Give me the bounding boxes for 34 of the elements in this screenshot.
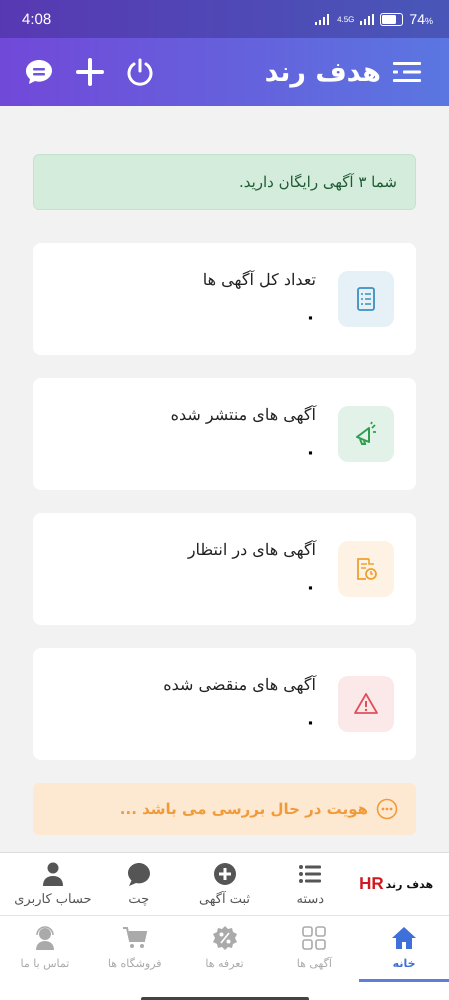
home-icon — [391, 925, 418, 951]
chat-bubble-icon — [126, 861, 152, 887]
quick-bar-item[interactable]: ثبت آگهی — [182, 861, 268, 907]
stat-label: آگهی های در انتظار — [188, 540, 316, 559]
stat-label: آگهی های منقضی شده — [163, 675, 316, 694]
percent-badge-icon — [212, 925, 238, 951]
app-title: هدف رند — [264, 56, 381, 88]
free-ads-notice: شما ۳ آگهی رایگان دارید. — [33, 154, 416, 210]
grid-icon — [301, 925, 328, 951]
more-icon — [376, 798, 398, 820]
logo-mark: HR — [359, 874, 384, 894]
quick-bar-item[interactable]: حساب کاربری — [10, 861, 96, 907]
menu-icon[interactable] — [393, 60, 421, 84]
quick-bar-item[interactable]: چت — [96, 861, 182, 907]
stat-value: ۰ — [305, 307, 316, 328]
identity-status: هویت در حال بررسی می باشد ... — [120, 800, 368, 818]
logo-text: هدف رند — [386, 878, 434, 890]
status-time: 4:08 — [22, 10, 52, 28]
signal-icon — [315, 14, 332, 24]
stat-value: ۰ — [305, 442, 316, 463]
stat-label: تعداد کل آگهی ها — [202, 270, 316, 289]
stat-label: آگهی های منتشر شده — [170, 405, 316, 424]
battery-percent: 74% — [409, 11, 433, 27]
cart-icon — [122, 925, 148, 951]
network-type: 4.5G — [337, 14, 354, 24]
chat-icon[interactable] — [24, 58, 54, 86]
plus-circle-icon — [212, 861, 238, 887]
battery-icon — [380, 12, 404, 26]
signal-icon — [360, 14, 374, 24]
power-icon[interactable] — [126, 58, 154, 86]
quick-bar-item[interactable]: دسته — [267, 861, 354, 907]
stat-value: ۰ — [305, 577, 316, 598]
plus-icon[interactable] — [76, 58, 104, 86]
stat-value: ۰ — [305, 712, 316, 733]
